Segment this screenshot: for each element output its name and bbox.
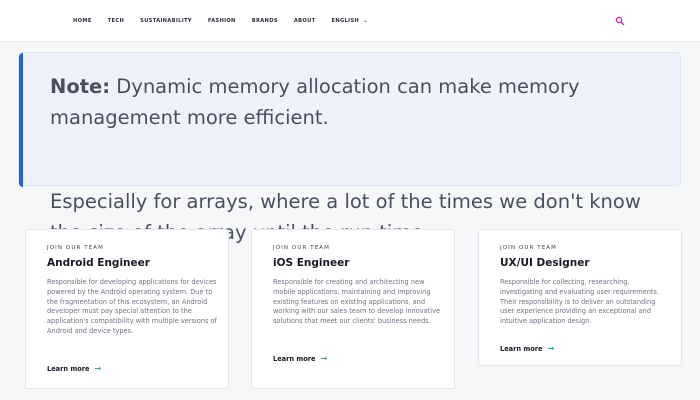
chevron-down-icon: ⌄ [363,17,369,24]
card-title: Android Engineer [47,257,150,269]
learn-more-label: Learn more [500,344,543,353]
learn-more-label: Learn more [47,364,90,373]
job-card-ios: JOIN OUR TEAM iOS Engineer Responsible f… [251,229,455,389]
card-description: Responsible for developing applications … [47,278,217,335]
main-menu: HOME TECH SUSTAINABILITY FASHION BRANDS … [73,17,384,24]
card-description: Responsible for creating and architectin… [273,278,441,326]
nav-fashion[interactable]: FASHION [208,17,236,24]
job-card-uxui: JOIN OUR TEAM UX/UI Designer Responsible… [478,229,682,366]
nav-brands[interactable]: BRANDS [252,17,278,24]
note-callout: Note: Dynamic memory allocation can make… [18,52,681,187]
note-body-1: Dynamic memory allocation can make memor… [50,75,580,129]
arrow-right-icon: → [547,344,555,353]
nav-about[interactable]: ABOUT [294,17,316,24]
language-label: ENGLISH [331,17,360,24]
nav-sustainability[interactable]: SUSTAINABILITY [140,17,192,24]
card-description: Responsible for collecting, researching,… [500,278,660,326]
learn-more-link[interactable]: Learn more → [500,344,554,353]
search-icon[interactable] [615,16,625,26]
nav-home[interactable]: HOME [73,17,92,24]
card-kicker: JOIN OUR TEAM [273,245,331,251]
job-card-android: JOIN OUR TEAM Android Engineer Responsib… [25,229,229,389]
card-kicker: JOIN OUR TEAM [500,245,558,251]
card-kicker: JOIN OUR TEAM [47,245,105,251]
card-title: UX/UI Designer [500,257,590,269]
note-label: Note: [50,75,111,98]
top-navigation-bar: HOME TECH SUSTAINABILITY FASHION BRANDS … [0,0,700,42]
learn-more-link[interactable]: Learn more → [273,354,327,363]
nav-tech[interactable]: TECH [108,17,124,24]
note-text: Note: Dynamic memory allocation can make… [50,71,670,153]
note-accent-bar [19,53,23,187]
arrow-right-icon: → [320,354,328,363]
note-paragraph-1: Note: Dynamic memory allocation can make… [50,71,670,133]
learn-more-label: Learn more [273,354,316,363]
language-selector[interactable]: ENGLISH ⌄ [331,17,368,24]
arrow-right-icon: → [94,364,102,373]
card-title: iOS Engineer [273,257,350,269]
learn-more-link[interactable]: Learn more → [47,364,101,373]
